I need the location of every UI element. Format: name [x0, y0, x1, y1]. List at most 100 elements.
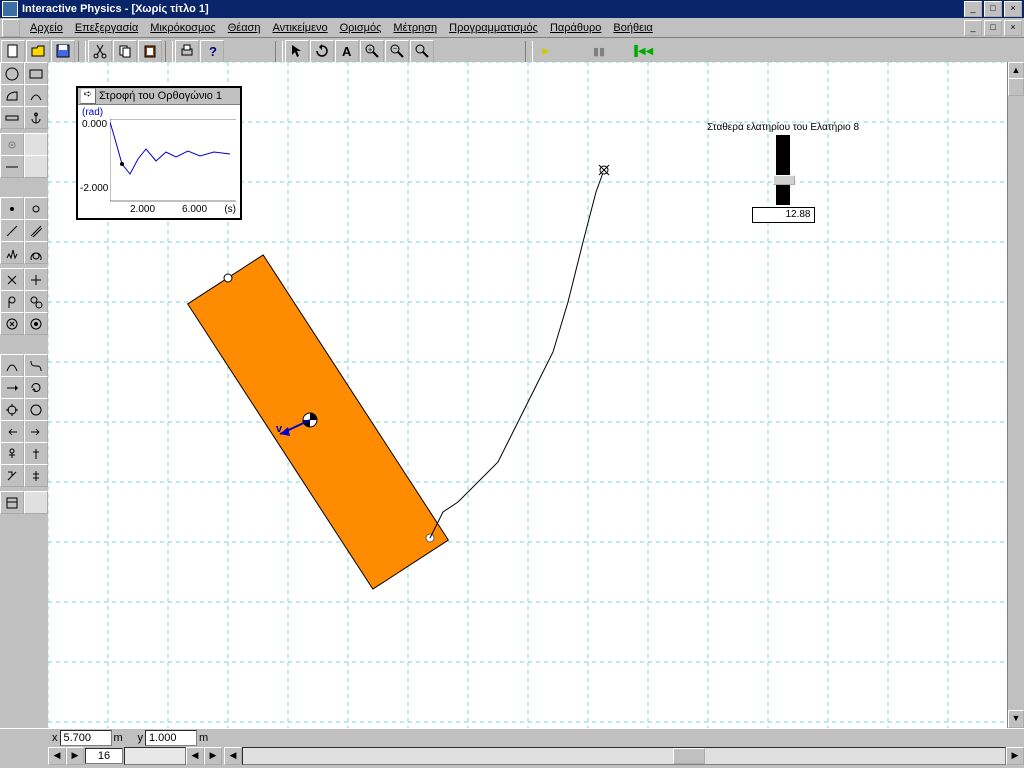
misc-tool-1[interactable]: [0, 464, 24, 487]
simulation-canvas[interactable]: v ➪ Στροφή του Ορθογώνιο 1 (rad) 0.000 -…: [48, 62, 1008, 728]
paste-button[interactable]: [138, 40, 162, 63]
joint-tool-1[interactable]: [0, 197, 24, 220]
doc-minimize-button[interactable]: _: [964, 20, 982, 36]
rod-pair-tool[interactable]: [24, 219, 48, 242]
tool-palette: [0, 62, 49, 728]
empty-slot-2: [24, 155, 48, 178]
joint-tool-2[interactable]: [24, 197, 48, 220]
menu-edit[interactable]: Επεξεργασία: [69, 20, 144, 36]
home-icon[interactable]: [2, 19, 20, 37]
print-button[interactable]: [175, 40, 199, 63]
doc-close-button[interactable]: ×: [1004, 20, 1022, 36]
rectangle-tool[interactable]: [24, 62, 48, 85]
close-button[interactable]: ×: [1004, 1, 1022, 17]
menu-file[interactable]: Αρχείο: [24, 20, 69, 36]
slider-track[interactable]: [776, 135, 790, 205]
rotation-plot-panel[interactable]: ➪ Στροφή του Ορθογώνιο 1 (rad) 0.000 -2.…: [76, 86, 242, 220]
menu-define[interactable]: Ορισμός: [334, 20, 388, 36]
plot-collapse-icon[interactable]: ➪: [80, 88, 96, 104]
misc-tool-2[interactable]: [24, 464, 48, 487]
pointer-tool[interactable]: [285, 40, 309, 63]
spring-constant-slider[interactable]: Σταθερά ελατηρίου του Ελατήριο 8 12.88: [668, 122, 898, 223]
doc-maximize-button[interactable]: □: [984, 20, 1002, 36]
zoom-in-tool[interactable]: +: [360, 40, 384, 63]
plot-title: Στροφή του Ορθογώνιο 1: [99, 90, 222, 102]
plot-current-point: [120, 162, 124, 166]
menu-help[interactable]: Βοήθεια: [607, 20, 658, 36]
scroll-down-button[interactable]: ▼: [1008, 710, 1024, 728]
rod-tool[interactable]: [0, 219, 24, 242]
copy-button[interactable]: [113, 40, 137, 63]
hscroll-track[interactable]: [242, 747, 1006, 765]
arrow-right-tool[interactable]: [24, 420, 48, 443]
save-button[interactable]: [51, 40, 75, 63]
plot-y-tick-1: -2.000: [80, 183, 108, 194]
hscroll-thumb[interactable]: [673, 748, 705, 764]
hscroll-left-button[interactable]: ◀: [224, 747, 242, 765]
motor-tool[interactable]: [0, 312, 24, 335]
spring-tool[interactable]: [0, 241, 24, 264]
zoom-area-tool[interactable]: [410, 40, 434, 63]
y-value: 1.000: [145, 730, 197, 746]
slider-value[interactable]: 12.88: [752, 207, 815, 223]
torque-tool[interactable]: [24, 376, 48, 399]
circle-tool[interactable]: [0, 62, 24, 85]
vscroll-thumb[interactable]: [1008, 78, 1024, 96]
anchor-tool[interactable]: [24, 106, 48, 129]
menu-measure[interactable]: Μέτρηση: [387, 20, 443, 36]
run-button[interactable]: ►: [535, 41, 557, 62]
rotate-tool[interactable]: [310, 40, 334, 63]
rope-tool[interactable]: [24, 354, 48, 377]
anchor-point-top[interactable]: [224, 274, 232, 282]
spiral-tool[interactable]: [24, 241, 48, 264]
person-tool[interactable]: [0, 442, 24, 465]
new-button[interactable]: [1, 40, 25, 63]
line-shape-tool[interactable]: [0, 106, 24, 129]
frame-fwd-button[interactable]: ▶: [204, 747, 222, 765]
reset-button[interactable]: ▐◀◀: [631, 41, 653, 62]
arrow-left-tool[interactable]: [0, 420, 24, 443]
gear-tool[interactable]: [24, 290, 48, 313]
spring-element[interactable]: [430, 170, 604, 538]
zoom-out-tool[interactable]: −: [385, 40, 409, 63]
status-area: x 5.700 m y 1.000 m ◀ ▶ 16 ◀ ▶ ◀ ▶: [0, 728, 1024, 768]
menu-bar: Αρχείο Επεξεργασία Μικρόκοσμος Θέαση Αντ…: [0, 18, 1024, 38]
force-tool[interactable]: [0, 376, 24, 399]
pin-tool[interactable]: [0, 133, 24, 156]
pulley-tool[interactable]: [0, 290, 24, 313]
cut-button[interactable]: [88, 40, 112, 63]
slot-tool[interactable]: [0, 155, 24, 178]
curve-tool[interactable]: [24, 84, 48, 107]
vertical-scrollbar[interactable]: ▲ ▼: [1007, 62, 1024, 728]
damper-tool[interactable]: [0, 354, 24, 377]
pause-button[interactable]: ▮▮: [588, 41, 610, 62]
plot-x-tick-0: 2.000: [130, 204, 155, 215]
menu-world[interactable]: Μικρόκοσμος: [144, 20, 222, 36]
frame-number[interactable]: 16: [85, 748, 123, 764]
text-tool[interactable]: A: [335, 40, 359, 63]
frame-track[interactable]: [124, 747, 186, 765]
spring-anchor-top[interactable]: [599, 165, 609, 175]
actuator-tool[interactable]: [24, 312, 48, 335]
frame-first-button[interactable]: ◀: [48, 747, 66, 765]
menu-window[interactable]: Παράθυρο: [544, 20, 607, 36]
hscroll-right-button[interactable]: ▶: [1006, 747, 1024, 765]
frame-back-button[interactable]: ◀: [186, 747, 204, 765]
properties-tool[interactable]: [0, 491, 24, 514]
gear-settings-tool[interactable]: [24, 398, 48, 421]
constraint-tool-1[interactable]: [0, 268, 24, 291]
menu-view[interactable]: Θέαση: [222, 20, 267, 36]
settings-tool[interactable]: [0, 398, 24, 421]
plot-x-unit: (s): [224, 204, 236, 215]
frame-prev-button[interactable]: ▶: [66, 747, 84, 765]
minimize-button[interactable]: _: [964, 1, 982, 17]
polygon-tool[interactable]: [0, 84, 24, 107]
open-button[interactable]: [26, 40, 50, 63]
menu-object[interactable]: Αντικείμενο: [266, 20, 333, 36]
pin-joint-tool[interactable]: [24, 442, 48, 465]
slider-thumb[interactable]: [773, 175, 795, 185]
constraint-tool-2[interactable]: [24, 268, 48, 291]
help-button[interactable]: ?: [200, 40, 224, 63]
maximize-button[interactable]: □: [984, 1, 1002, 17]
menu-script[interactable]: Προγραμματισμός: [443, 20, 544, 36]
